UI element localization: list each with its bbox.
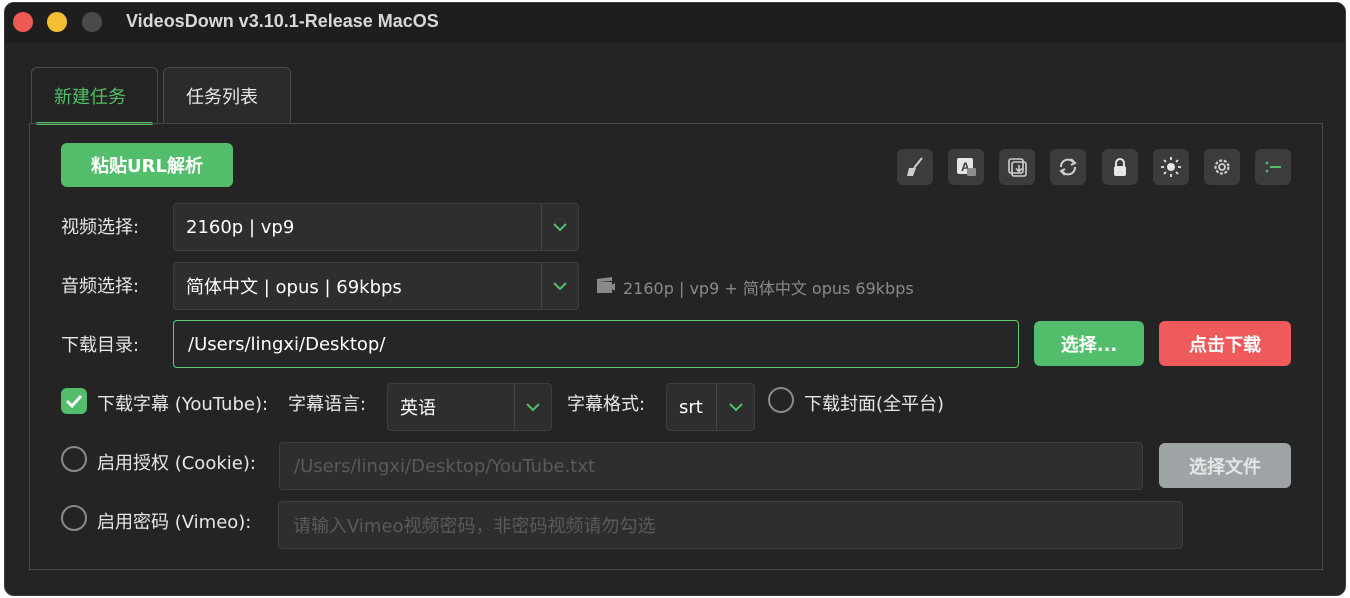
chevron-down-icon [553, 223, 567, 232]
choose-dir-button[interactable]: 选择... [1034, 321, 1144, 366]
tab-task-list-label: 任务列表 [186, 86, 258, 108]
subtitle-language-value: 英语 [400, 398, 436, 419]
download-dir-label: 下载目录: [61, 335, 140, 356]
import-tool-button[interactable] [999, 149, 1035, 185]
import-icon [1008, 158, 1027, 177]
translate-icon: A [957, 158, 976, 176]
window-title: VideosDown v3.10.1-Release MacOS [126, 11, 439, 31]
chevron-down-icon [553, 282, 567, 291]
tab-task-list[interactable]: 任务列表 [163, 67, 291, 123]
cookie-checkbox-label: 启用授权 (Cookie): [97, 453, 256, 474]
tab-new-task[interactable]: 新建任务 [31, 67, 158, 125]
close-window-button[interactable] [13, 12, 33, 32]
select-divider [514, 384, 515, 430]
broom-icon [907, 157, 923, 176]
cover-checkbox-label: 下载封面(全平台) [804, 394, 945, 415]
movie-icon [597, 277, 615, 293]
format-summary: 2160p | vp9 + 简体中文 opus 69kbps [623, 279, 914, 298]
gear-icon [1214, 159, 1230, 175]
paste-url-button[interactable]: 粘贴URL解析 [61, 143, 233, 187]
download-dir-input[interactable]: /Users/lingxi/Desktop/ [173, 320, 1019, 368]
theme-tool-button[interactable] [1153, 149, 1189, 185]
zoom-window-button[interactable] [82, 12, 102, 32]
cookie-file-placeholder: /Users/lingxi/Desktop/YouTube.txt [294, 455, 596, 477]
subtitle-language-label: 字幕语言: [288, 394, 367, 415]
cookie-file-input[interactable]: /Users/lingxi/Desktop/YouTube.txt [279, 442, 1143, 490]
vimeo-password-input[interactable]: 请输入Vimeo视频密码，非密码视频请勿勾选 [278, 501, 1183, 549]
subtitle-language-select[interactable]: 英语 [387, 383, 552, 431]
refresh-icon [1059, 158, 1077, 176]
start-download-button[interactable]: 点击下载 [1159, 321, 1291, 366]
select-divider [716, 384, 717, 430]
subtitle-format-value: srt [679, 396, 703, 418]
download-dir-value: /Users/lingxi/Desktop/ [188, 333, 386, 355]
audio-select-label: 音频选择: [61, 276, 140, 297]
translate-tool-button[interactable]: A [948, 149, 984, 185]
vimeo-checkbox[interactable] [61, 505, 87, 531]
chevron-down-icon [526, 403, 540, 412]
audio-select-value: 简体中文 | opus | 69kbps [186, 277, 402, 298]
list-icon [1265, 161, 1281, 173]
lock-tool-button[interactable] [1102, 149, 1138, 185]
cover-checkbox[interactable] [768, 387, 794, 413]
check-icon [65, 394, 83, 409]
title-bar: VideosDown v3.10.1-Release MacOS [5, 3, 1345, 43]
subtitle-checkbox[interactable] [61, 388, 87, 414]
subtitle-format-select[interactable]: srt [666, 383, 755, 431]
subtitle-format-label: 字幕格式: [567, 394, 646, 415]
cookie-checkbox[interactable] [61, 446, 87, 472]
vimeo-checkbox-label: 启用密码 (Vimeo): [97, 512, 252, 533]
chevron-down-icon [729, 403, 743, 412]
minimize-window-button[interactable] [47, 12, 67, 32]
clear-tool-button[interactable] [897, 149, 933, 185]
select-divider [541, 204, 542, 250]
tab-new-task-label: 新建任务 [54, 86, 126, 108]
subtitle-checkbox-label: 下载字幕 (YouTube): [97, 394, 269, 415]
video-select[interactable]: 2160p | vp9 [173, 203, 579, 251]
vimeo-password-placeholder: 请输入Vimeo视频密码，非密码视频请勿勾选 [293, 516, 656, 537]
video-select-label: 视频选择: [61, 217, 140, 238]
brightness-icon [1161, 157, 1181, 177]
video-select-value: 2160p | vp9 [186, 216, 295, 238]
app-window: VideosDown v3.10.1-Release MacOS 新建任务 任务… [4, 2, 1346, 596]
lock-icon [1114, 158, 1126, 176]
select-divider [541, 263, 542, 309]
refresh-tool-button[interactable] [1050, 149, 1086, 185]
settings-tool-button[interactable] [1204, 149, 1240, 185]
audio-select[interactable]: 简体中文 | opus | 69kbps [173, 262, 579, 310]
choose-file-button[interactable]: 选择文件 [1159, 443, 1291, 488]
menu-tool-button[interactable] [1255, 149, 1291, 185]
